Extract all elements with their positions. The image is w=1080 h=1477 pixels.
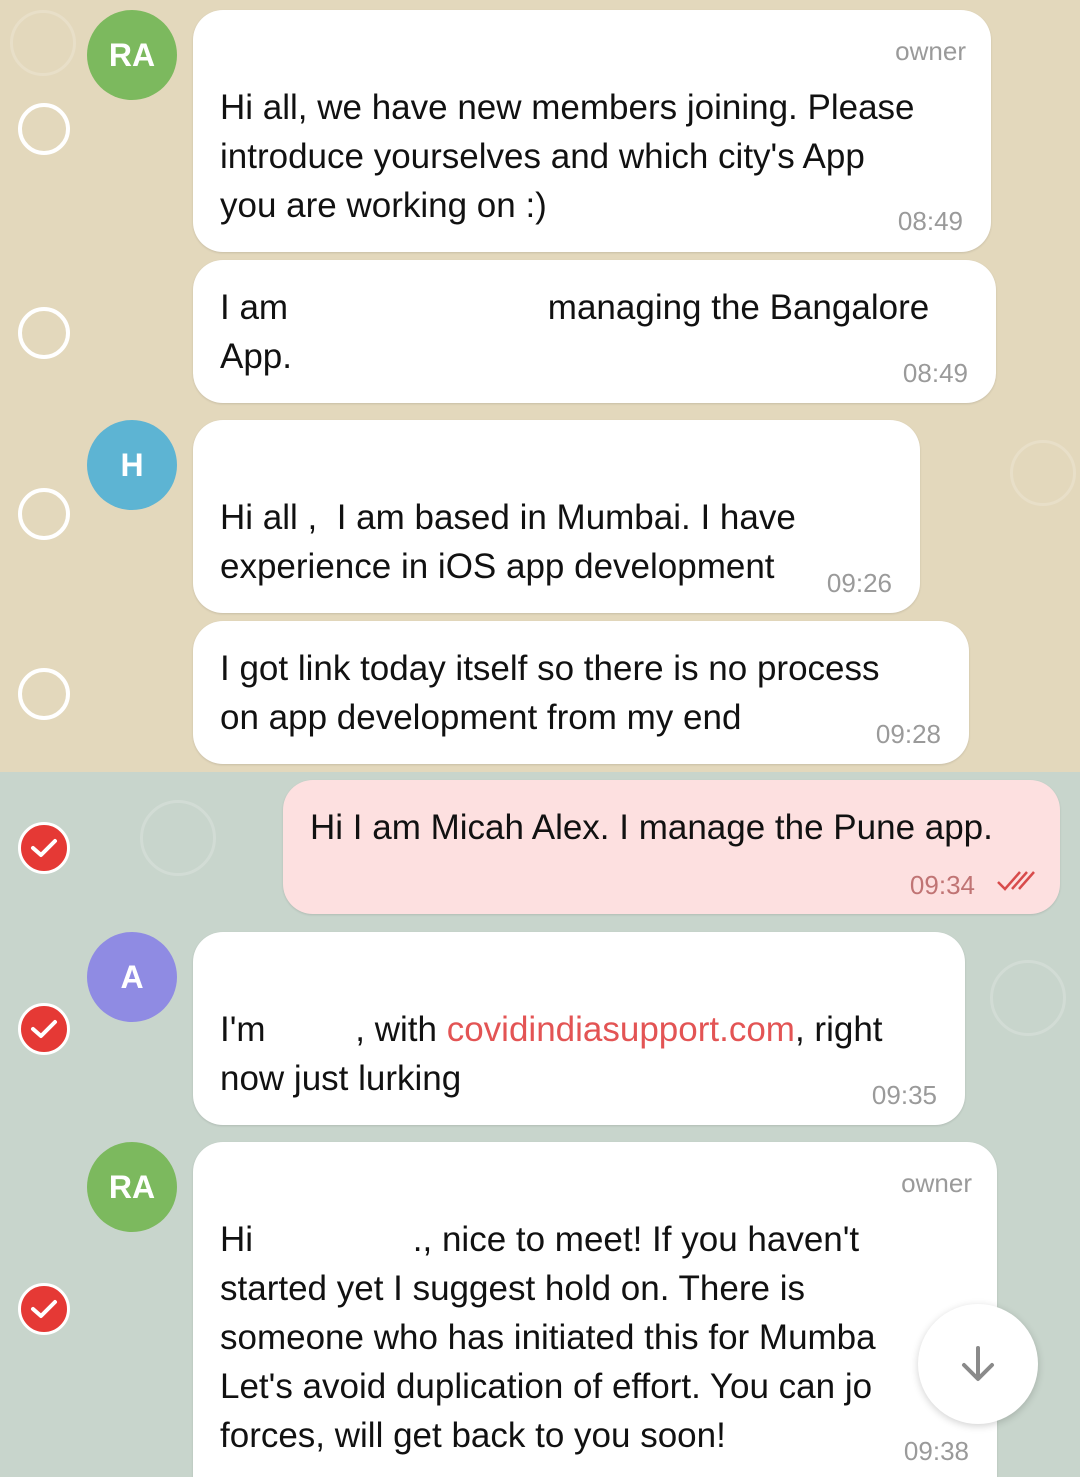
redacted-name (297, 294, 548, 325)
owner-label: owner (901, 1168, 972, 1198)
message-text: I am managing the Bangalore App. (220, 288, 930, 376)
check-icon (31, 1020, 57, 1038)
message-time: 08:49 (902, 358, 968, 388)
message-bubble[interactable]: I got link today itself so there is no p… (193, 621, 969, 764)
redacted-name (275, 1016, 356, 1047)
select-circle[interactable] (18, 668, 70, 720)
link[interactable]: covidindiasupport.com (447, 1010, 795, 1049)
select-circle[interactable] (18, 488, 70, 540)
message-text: Hi I am Micah Alex. I manage the Pune ap… (310, 808, 993, 847)
check-icon (31, 839, 57, 857)
message-text: Hi all, we have new members joining. Ple… (220, 88, 915, 225)
select-circle-checked[interactable] (18, 822, 70, 874)
owner-label: owner (895, 36, 966, 66)
doodle (10, 10, 76, 76)
redacted-name (262, 1226, 413, 1257)
message-bubble[interactable]: owner Hi all, we have new members joinin… (193, 10, 991, 252)
avatar[interactable]: H (87, 420, 177, 510)
avatar[interactable]: RA (87, 10, 177, 100)
message-bubble[interactable]: owner Hi ., nice to meet! If you haven't… (193, 1142, 997, 1477)
select-circle-checked[interactable] (18, 1003, 70, 1055)
message-time: 09:35 (871, 1080, 937, 1110)
message-time: 08:49 (897, 206, 963, 236)
doodle (990, 960, 1066, 1036)
message-text: I got link today itself so there is no p… (220, 649, 880, 737)
avatar[interactable]: RA (87, 1142, 177, 1232)
message-bubble[interactable]: Hi all , I am based in Mumbai. I have ex… (193, 420, 920, 613)
doodle (140, 800, 216, 876)
message-bubble[interactable]: I'm , with covidindiasupport.com, right … (193, 932, 965, 1125)
message-time: 09:34 (909, 870, 975, 900)
message-text: I'm , with covidindiasupport.com, right … (220, 1010, 883, 1098)
arrow-down-icon (962, 1346, 994, 1381)
select-circle[interactable] (18, 103, 70, 155)
avatar[interactable]: A (87, 932, 177, 1022)
double-check-icon (997, 871, 1035, 891)
message-text: Hi ., nice to meet! If you haven't start… (220, 1220, 876, 1455)
message-time: 09:38 (903, 1436, 969, 1466)
doodle (1010, 440, 1076, 506)
message-time: 09:28 (875, 719, 941, 749)
message-bubble-outgoing[interactable]: Hi I am Micah Alex. I manage the Pune ap… (283, 780, 1060, 914)
check-icon (31, 1300, 57, 1318)
message-bubble[interactable]: I am managing the Bangalore App. 08:49 (193, 260, 996, 403)
message-text: Hi all , I am based in Mumbai. I have ex… (220, 498, 796, 586)
message-time: 09:26 (826, 568, 892, 598)
select-circle[interactable] (18, 307, 70, 359)
scroll-down-button[interactable] (918, 1304, 1038, 1424)
select-circle-checked[interactable] (18, 1283, 70, 1335)
